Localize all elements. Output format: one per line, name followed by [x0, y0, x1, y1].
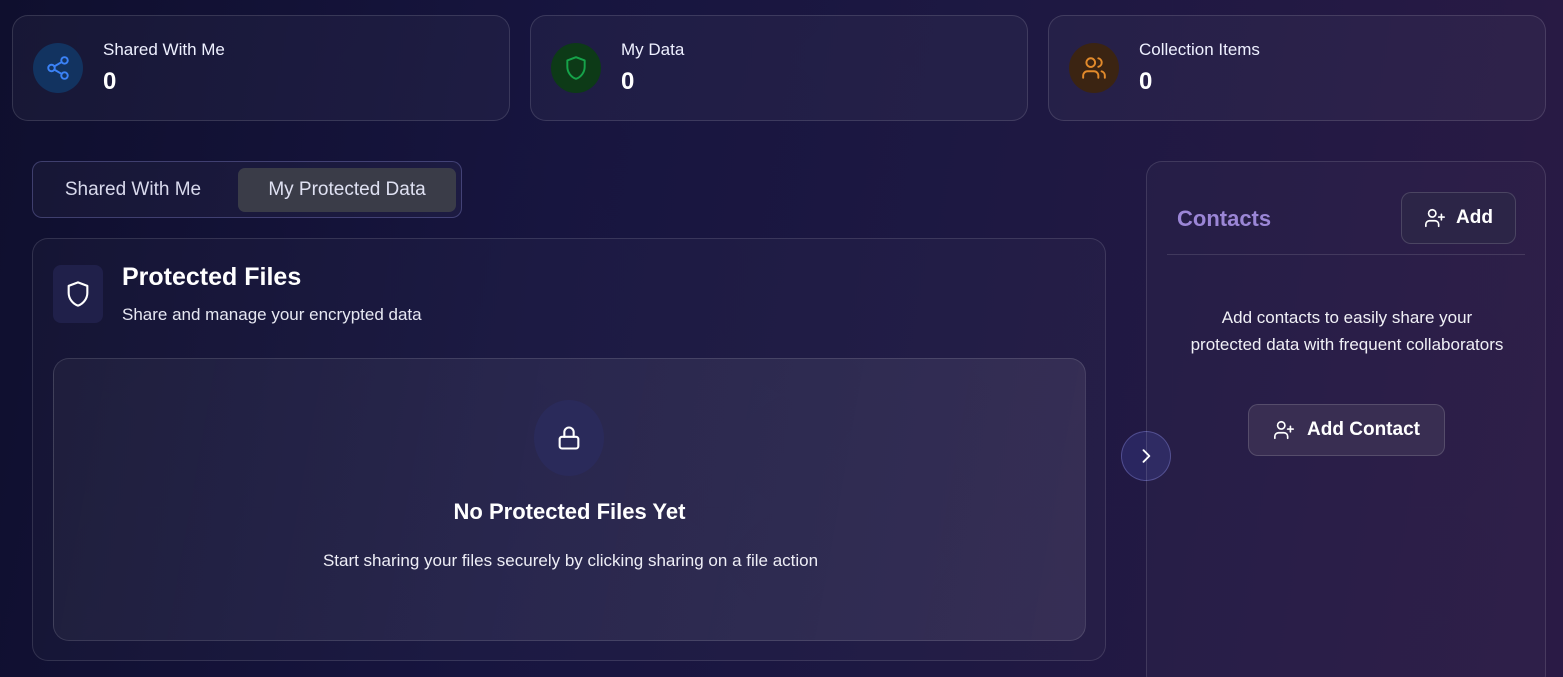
contacts-title: Contacts — [1177, 206, 1272, 231]
add-contact-label: Add Contact — [1307, 419, 1420, 440]
stat-card-my-data: My Data 0 — [530, 15, 1028, 121]
tab-my-protected-data[interactable]: My Protected Data — [238, 168, 456, 212]
stat-card-shared: Shared With Me 0 — [12, 15, 510, 121]
stat-card-collection: Collection Items 0 — [1048, 15, 1546, 121]
users-icon — [1069, 43, 1119, 93]
tab-bar: Shared With Me My Protected Data — [32, 161, 462, 218]
stat-label: Collection Items — [1139, 40, 1260, 59]
panel-title: Protected Files — [122, 263, 302, 291]
panel-subtitle: Share and manage your encrypted data — [122, 305, 422, 324]
stat-value: 0 — [621, 68, 635, 95]
stat-label: My Data — [621, 40, 685, 59]
stat-label: Shared With Me — [103, 40, 225, 59]
shield-icon — [551, 43, 601, 93]
add-button[interactable]: Add — [1401, 192, 1516, 244]
stat-value: 0 — [103, 68, 117, 95]
shield-icon — [53, 265, 103, 323]
contacts-empty-text: Add contacts to easily share your protec… — [1190, 308, 1504, 354]
contacts-panel: Contacts Add Add contacts to easily shar… — [1146, 161, 1546, 677]
protected-files-panel: Protected Files Share and manage your en… — [32, 238, 1106, 661]
add-contact-button[interactable]: Add Contact — [1248, 404, 1445, 456]
tab-shared-with-me[interactable]: Shared With Me — [38, 168, 228, 212]
share-icon — [33, 43, 83, 93]
stat-value: 0 — [1139, 68, 1153, 95]
add-button-label: Add — [1456, 207, 1493, 228]
empty-title: No Protected Files Yet — [453, 499, 686, 524]
divider — [1167, 254, 1525, 255]
empty-state: No Protected Files Yet Start sharing you… — [53, 358, 1086, 641]
lock-icon — [534, 400, 604, 476]
user-plus-icon — [1425, 208, 1446, 228]
empty-text: Start sharing your files securely by cli… — [322, 551, 819, 570]
user-plus-icon — [1274, 420, 1295, 440]
